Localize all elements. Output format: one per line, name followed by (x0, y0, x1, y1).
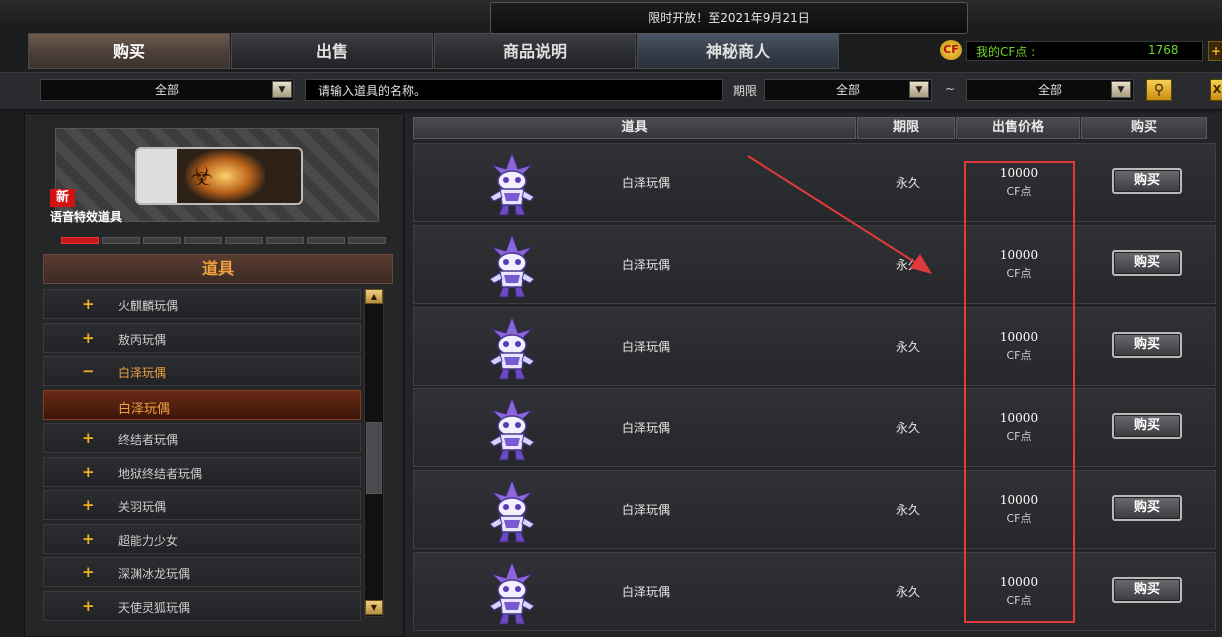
expand-icon: + (82, 563, 95, 581)
period-label: 期限 (733, 84, 758, 98)
expand-icon: + (82, 329, 95, 347)
category-item[interactable]: + 火麒麟玩偶 (43, 289, 361, 319)
scroll-down-button[interactable]: ▼ (365, 600, 383, 615)
buy-button[interactable]: 购买 (1112, 332, 1182, 358)
category-select[interactable]: 全部 (40, 79, 294, 101)
column-header-price: 出售价格 (956, 117, 1080, 139)
tab-mystery-merchant[interactable]: 神秘商人 (637, 33, 839, 69)
event-banner: 限时开放！至2021年9月21日 (490, 2, 968, 34)
cf-points-value: 1768 (1148, 43, 1179, 57)
column-header-period: 期限 (857, 117, 955, 139)
doll-item-icon (482, 560, 542, 626)
category-item[interactable]: + 终结者玩偶 (43, 423, 361, 453)
category-label: 白泽玩偶 (118, 366, 167, 380)
expand-icon: + (82, 295, 95, 313)
tab-buy[interactable]: 购买 (28, 33, 230, 69)
promo-page-dot[interactable] (102, 237, 140, 244)
table-row: 白泽玩偶 永久 10000 CF点 购买 (413, 307, 1216, 386)
category-header: 道具 (43, 254, 393, 284)
doll-item-icon (482, 396, 542, 462)
cf-coin-icon: CF (940, 40, 962, 60)
category-label: 超能力少女 (118, 534, 179, 548)
category-label: 地狱终结者玩偶 (118, 467, 203, 481)
item-name: 白泽玩偶 (622, 176, 671, 190)
table-row: 白泽玩偶 永久 10000 CF点 购买 (413, 388, 1216, 467)
promo-page-dot[interactable] (143, 237, 181, 244)
expand-icon: + (82, 530, 95, 548)
range-separator: ~ (945, 82, 956, 96)
expand-icon: + (82, 496, 95, 514)
item-name: 白泽玩偶 (622, 421, 671, 435)
buy-button[interactable]: 购买 (1112, 413, 1182, 439)
category-item[interactable]: + 地狱终结者玩偶 (43, 457, 361, 487)
expand-icon: + (82, 463, 95, 481)
chevron-down-icon[interactable]: ▼ (909, 81, 929, 98)
category-label: 天使灵狐玩偶 (118, 601, 191, 615)
expand-icon: + (82, 429, 95, 447)
item-name: 白泽玩偶 (622, 258, 671, 272)
tab-sell[interactable]: 出售 (231, 33, 433, 69)
buy-button[interactable]: 购买 (1112, 250, 1182, 276)
category-label: 终结者玩偶 (118, 433, 179, 447)
category-label: 深渊冰龙玩偶 (118, 567, 191, 581)
tab-item-description[interactable]: 商品说明 (434, 33, 636, 69)
promo-title: 语音特效道具 (50, 210, 123, 224)
period-to-select[interactable]: 全部 (966, 79, 1134, 101)
column-header-item: 道具 (413, 117, 856, 139)
category-label: 火麒麟玩偶 (118, 299, 179, 313)
table-row: 白泽玩偶 永久 10000 CF点 购买 (413, 470, 1216, 549)
column-header-buy: 购买 (1081, 117, 1207, 139)
category-label: 敖丙玩偶 (118, 333, 167, 347)
annotation-arrow (747, 155, 932, 274)
new-badge: 新 (50, 189, 75, 207)
promo-page-dot[interactable] (266, 237, 304, 244)
promo-page-dot[interactable] (348, 237, 386, 244)
subcategory-item-selected[interactable]: 白泽玩偶 (43, 390, 361, 420)
category-label: 关羽玩偶 (118, 500, 167, 514)
item-name: 白泽玩偶 (622, 340, 671, 354)
cf-points-label: 我的CF点 : (976, 45, 1036, 59)
search-input[interactable] (305, 79, 723, 101)
add-cf-button[interactable]: + (1208, 41, 1222, 61)
scrollbar-thumb[interactable] (366, 422, 382, 494)
category-item[interactable]: + 超能力少女 (43, 524, 361, 554)
chevron-down-icon[interactable]: ▼ (272, 81, 292, 98)
doll-item-icon (482, 233, 542, 299)
search-button[interactable]: ⚲ (1146, 79, 1172, 101)
item-period: 永久 (896, 585, 921, 599)
buy-button[interactable]: 购买 (1112, 495, 1182, 521)
item-name: 白泽玩偶 (622, 503, 671, 517)
scroll-up-button[interactable]: ▲ (365, 289, 383, 304)
category-item[interactable]: + 深渊冰龙玩偶 (43, 557, 361, 587)
chevron-down-icon[interactable]: ▼ (1111, 81, 1131, 98)
promo-page-dot[interactable] (307, 237, 345, 244)
item-period: 永久 (896, 421, 921, 435)
promo-page-dot[interactable] (61, 237, 99, 244)
biohazard-icon: ☣ (190, 162, 214, 192)
price-highlight-box (964, 161, 1075, 623)
period-from-select[interactable]: 全部 (764, 79, 932, 101)
promo-page-dot[interactable] (225, 237, 263, 244)
category-item[interactable]: + 敖丙玩偶 (43, 323, 361, 353)
item-name: 白泽玩偶 (622, 585, 671, 599)
buy-button[interactable]: 购买 (1112, 577, 1182, 603)
collapse-icon: − (82, 362, 95, 380)
item-period: 永久 (896, 340, 921, 354)
buy-button[interactable]: 购买 (1112, 168, 1182, 194)
doll-item-icon (482, 478, 542, 544)
category-item-open[interactable]: − 白泽玩偶 (43, 356, 361, 386)
item-period: 永久 (896, 503, 921, 517)
search-icon: ⚲ (1153, 82, 1165, 98)
subcategory-label: 白泽玩偶 (118, 402, 171, 417)
promo-page-dot[interactable] (184, 237, 222, 244)
category-item[interactable]: + 关羽玩偶 (43, 490, 361, 520)
expand-icon: + (82, 597, 95, 615)
doll-item-icon (482, 315, 542, 381)
table-row: 白泽玩偶 永久 10000 CF点 购买 (413, 552, 1216, 631)
category-item[interactable]: + 天使灵狐玩偶 (43, 591, 361, 621)
doll-item-icon (482, 151, 542, 217)
close-button[interactable]: X (1210, 79, 1222, 101)
